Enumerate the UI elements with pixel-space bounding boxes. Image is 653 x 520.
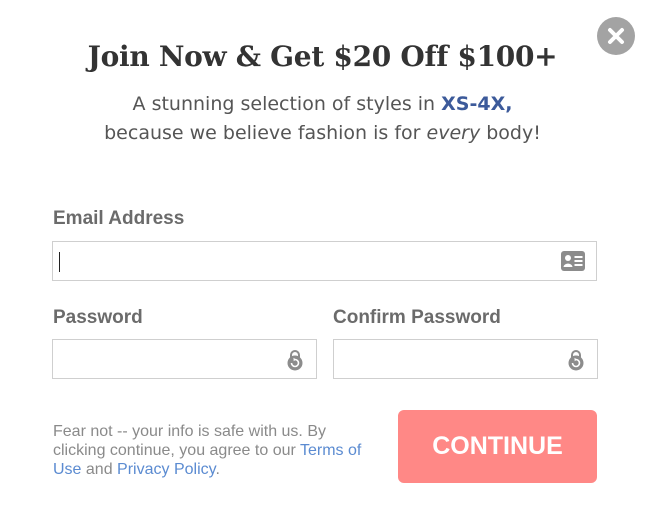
password-label: Password [53,307,143,328]
privacy-note-text: and [81,461,118,478]
every-emphasis: every [426,122,481,144]
subheadline-text: because we believe fashion is for [104,122,427,144]
headline: Join Now & Get $20 Off $100+ [87,40,558,73]
contact-card-icon [561,251,585,276]
email-field[interactable] [53,242,596,280]
password-field[interactable] [53,340,316,378]
subheadline-text: A stunning selection of styles in [132,93,442,115]
lock-icon [285,349,305,376]
continue-button[interactable]: CONTINUE [398,410,597,483]
size-range-highlight: XS-4X, [441,93,513,115]
password-field-wrapper [52,339,317,379]
subheadline-line-1: A stunning selection of styles in XS-4X, [0,90,645,119]
confirm-password-label: Confirm Password [333,307,501,328]
confirm-password-field-wrapper [333,339,598,379]
privacy-policy-link[interactable]: Privacy Policy [117,461,215,478]
privacy-note-text: . [215,461,220,478]
confirm-password-field[interactable] [334,340,597,378]
text-caret [59,252,60,272]
lock-icon [566,349,586,376]
subheadline-line-2: because we believe fashion is for every … [0,119,645,148]
subheadline: A stunning selection of styles in XS-4X,… [0,90,645,148]
privacy-note-text: Fear not -- your info is safe with us. B… [53,423,326,459]
privacy-note: Fear not -- your info is safe with us. B… [53,422,363,479]
subheadline-text: body! [480,122,541,144]
email-field-wrapper [52,241,597,281]
email-label: Email Address [53,208,185,229]
